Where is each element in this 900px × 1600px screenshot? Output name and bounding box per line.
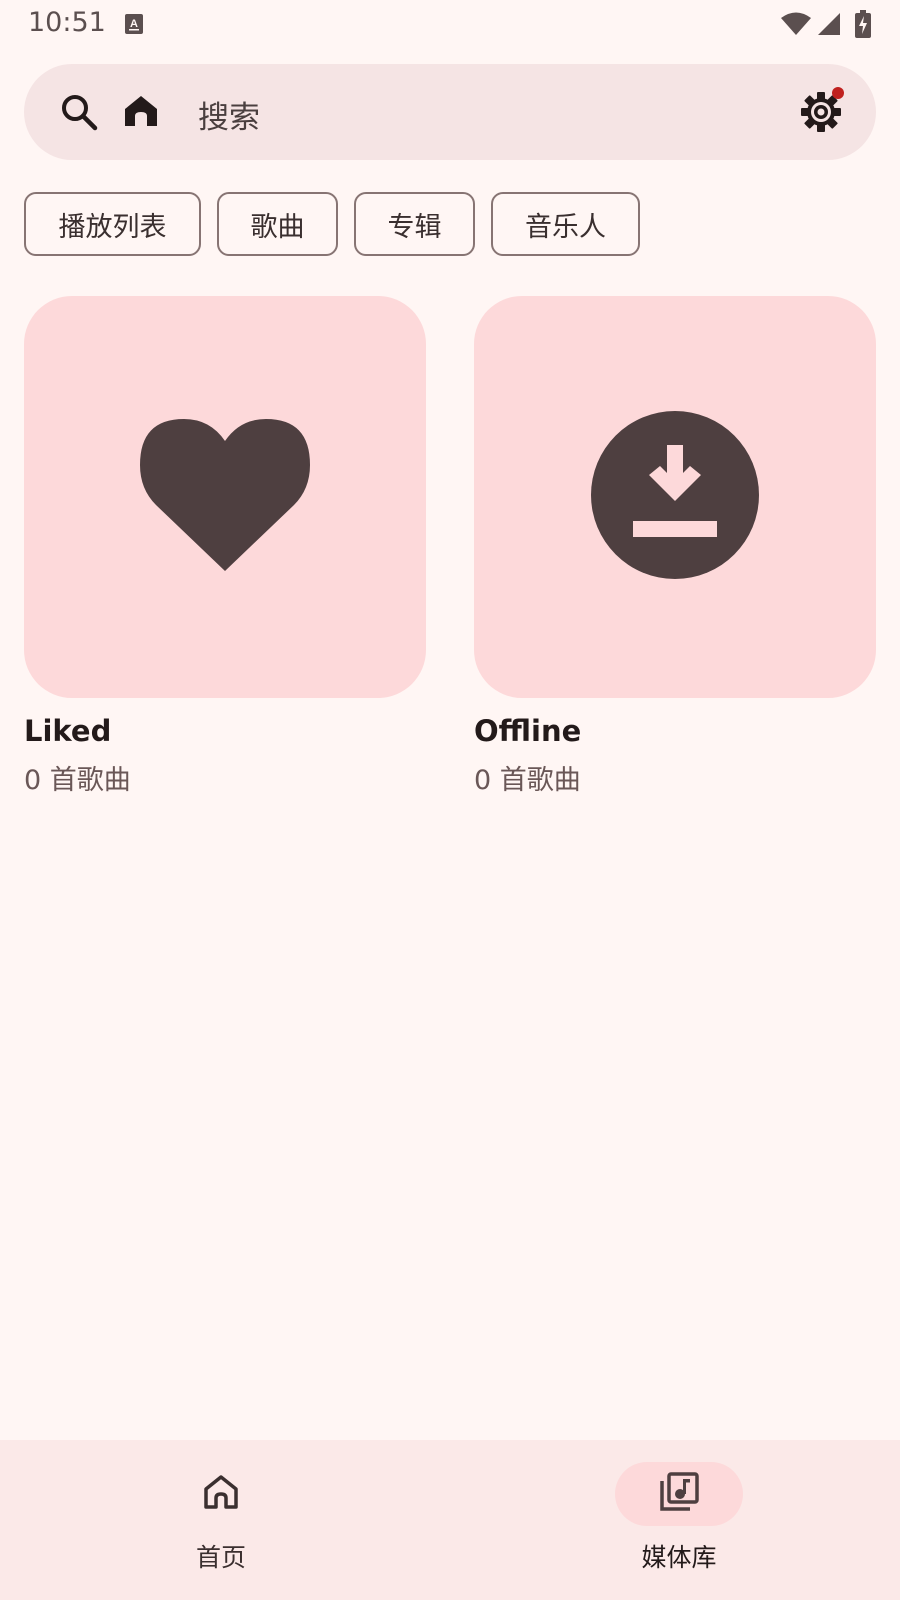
library-music-icon <box>658 1471 700 1517</box>
search-bar[interactable]: 搜索 <box>24 64 876 160</box>
download-icon <box>591 411 759 583</box>
nav-item-home[interactable]: 首页 <box>121 1462 321 1582</box>
signal-icon <box>817 12 841 40</box>
nav-home-pill[interactable] <box>157 1462 285 1526</box>
search-icon[interactable] <box>60 93 98 135</box>
offline-card-art[interactable] <box>474 296 876 698</box>
chip-albums[interactable]: 专辑 <box>354 192 475 256</box>
chip-playlists[interactable]: 播放列表 <box>24 192 201 256</box>
app-notification-icon: A <box>124 13 144 39</box>
offline-card-subtitle: 0 首歌曲 <box>474 765 581 796</box>
offline-card[interactable]: Offline 0 首歌曲 <box>474 296 876 797</box>
nav-item-library[interactable]: 媒体库 <box>579 1462 779 1582</box>
liked-card-subtitle: 0 首歌曲 <box>24 765 131 796</box>
chip-artists[interactable]: 音乐人 <box>491 192 640 256</box>
home-outline-icon <box>203 1474 239 1514</box>
status-time: 10:51 <box>28 7 106 38</box>
bottom-navigation: 首页 媒体库 <box>0 1440 900 1600</box>
nav-library-pill[interactable] <box>615 1462 743 1526</box>
nav-library-label: 媒体库 <box>641 1543 717 1572</box>
liked-card[interactable]: Liked 0 首歌曲 <box>24 296 426 797</box>
svg-text:A: A <box>130 18 138 30</box>
offline-card-title: Offline <box>474 714 582 748</box>
wifi-icon <box>780 12 812 40</box>
nav-home-label: 首页 <box>195 1543 246 1572</box>
search-input[interactable]: 搜索 <box>198 92 260 137</box>
liked-card-title: Liked <box>24 714 112 748</box>
home-icon[interactable] <box>124 95 158 131</box>
settings-notification-badge <box>832 87 844 99</box>
battery-charging-icon <box>855 10 871 42</box>
liked-card-art[interactable] <box>24 296 426 698</box>
heart-icon <box>140 417 310 577</box>
chip-songs[interactable]: 歌曲 <box>217 192 338 256</box>
status-bar: 10:51 A <box>0 0 900 48</box>
